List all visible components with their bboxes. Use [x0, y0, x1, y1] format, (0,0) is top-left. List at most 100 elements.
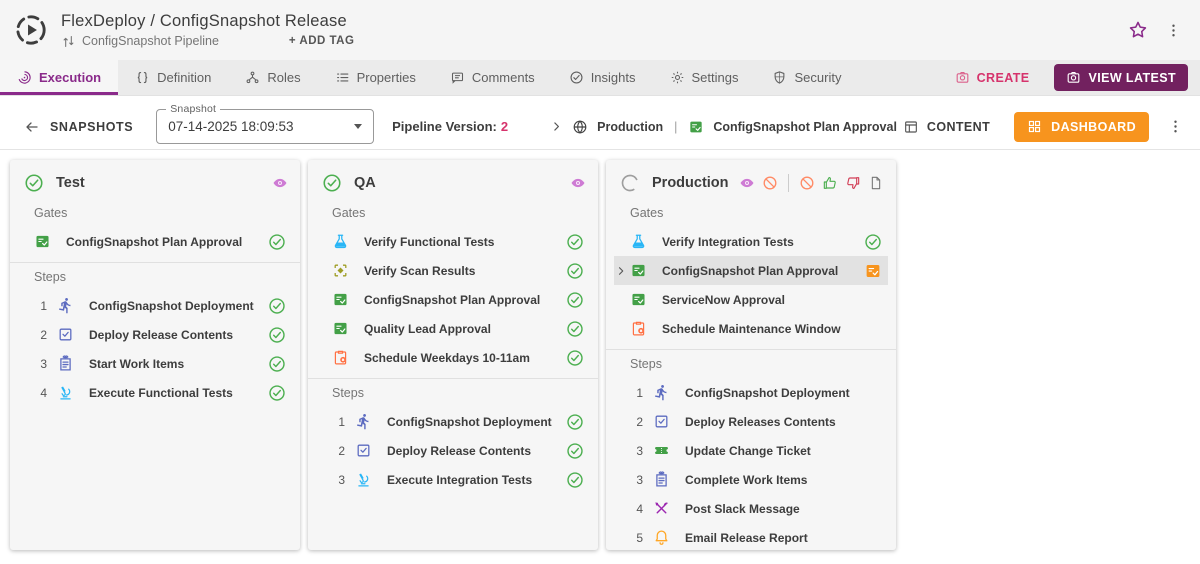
- step-row[interactable]: 1 ConfigSnapshot Deployment: [332, 407, 584, 436]
- dashboard-grid-icon: [1027, 119, 1042, 134]
- tab-execution[interactable]: Execution: [0, 60, 119, 95]
- snapshot-select[interactable]: Snapshot 07-14-2025 18:09:53: [156, 103, 375, 144]
- execution-breadcrumb: Production | ConfigSnapshot Plan Approva…: [550, 119, 897, 135]
- step-row[interactable]: 4 Post Slack Message: [630, 494, 882, 523]
- scan-icon: [332, 262, 349, 279]
- eye-icon[interactable]: [272, 175, 288, 191]
- step-row[interactable]: 3 Execute Integration Tests: [332, 465, 584, 494]
- gate-row[interactable]: Schedule Weekdays 10-11am: [332, 343, 584, 372]
- step-row[interactable]: 1 ConfigSnapshot Deployment: [34, 291, 286, 320]
- env-header-actions: [570, 175, 586, 191]
- approval-icon: [630, 262, 647, 279]
- env-title: Production: [652, 175, 729, 191]
- step-row[interactable]: 3 Start Work Items: [34, 349, 286, 378]
- tab-comments[interactable]: Comments: [433, 60, 552, 95]
- check-circle-icon: [268, 326, 286, 344]
- microscope-icon: [57, 384, 74, 401]
- step-row[interactable]: 2 Deploy Release Contents: [34, 320, 286, 349]
- gate-row[interactable]: Quality Lead Approval: [332, 314, 584, 343]
- check-circle-icon: [268, 384, 286, 402]
- gate-label: ConfigSnapshot Plan Approval: [662, 263, 839, 278]
- deploy-icon: [653, 413, 670, 430]
- gate-row[interactable]: ConfigSnapshot Plan Approval: [332, 285, 584, 314]
- step-row[interactable]: 1 ConfigSnapshot Deployment: [630, 378, 882, 407]
- gate-row[interactable]: ConfigSnapshot Plan Approval: [614, 256, 888, 285]
- flexdeploy-logo-icon[interactable]: [14, 13, 48, 47]
- execution-icon: [17, 70, 32, 85]
- schedule-icon: [332, 349, 349, 366]
- thumb-up-icon[interactable]: [822, 175, 838, 191]
- content-button[interactable]: CONTENT: [897, 118, 996, 136]
- gates-list: Verify Functional Tests Verify Scan Resul…: [308, 227, 598, 372]
- step-row[interactable]: 5 Email Release Report: [630, 523, 882, 550]
- step-label: Deploy Releases Contents: [685, 414, 836, 429]
- tab-settings[interactable]: Settings: [653, 60, 756, 95]
- breadcrumb-separator: |: [674, 119, 678, 134]
- tab-properties[interactable]: Properties: [318, 60, 433, 95]
- gear-icon: [670, 70, 685, 85]
- gate-row[interactable]: Verify Integration Tests: [630, 227, 882, 256]
- pipeline-version-value[interactable]: 2: [501, 119, 508, 134]
- gate-row[interactable]: Verify Scan Results: [332, 256, 584, 285]
- dashboard-button[interactable]: DASHBOARD: [1014, 111, 1149, 142]
- gates-section-label: Gates: [332, 206, 366, 220]
- env-title: Test: [56, 175, 85, 191]
- app-root: FlexDeploy / ConfigSnapshot Release Conf…: [0, 0, 1200, 560]
- breadcrumb-chevron-icon[interactable]: [550, 120, 563, 133]
- eye-icon[interactable]: [570, 175, 586, 191]
- step-row[interactable]: 2 Deploy Release Contents: [332, 436, 584, 465]
- step-row[interactable]: 3 Complete Work Items: [630, 465, 882, 494]
- step-row[interactable]: 4 Execute Functional Tests: [34, 378, 286, 407]
- tab-bar: Execution Definition Roles Properties Commen…: [0, 60, 1200, 96]
- braces-icon: [135, 70, 150, 85]
- tab-roles[interactable]: Roles: [228, 60, 317, 95]
- tab-definition[interactable]: Definition: [118, 60, 228, 95]
- dashboard-button-label: DASHBOARD: [1051, 119, 1136, 134]
- add-tag-button[interactable]: + ADD TAG: [289, 35, 355, 47]
- thumb-down-icon[interactable]: [845, 175, 861, 191]
- snapshots-back-button[interactable]: SNAPSHOTS: [24, 119, 133, 135]
- eye-icon[interactable]: [739, 175, 755, 191]
- block-icon[interactable]: [799, 175, 815, 191]
- gate-row[interactable]: Verify Functional Tests: [332, 227, 584, 256]
- step-number: 2: [338, 443, 345, 458]
- step-number: 1: [636, 385, 643, 400]
- view-latest-button[interactable]: VIEW LATEST: [1053, 64, 1188, 91]
- step-number: 3: [636, 472, 643, 487]
- step-number: 2: [636, 414, 643, 429]
- step-number: 2: [40, 327, 47, 342]
- check-circle-icon: [566, 471, 584, 489]
- step-number: 3: [636, 443, 643, 458]
- step-label: Email Release Report: [685, 530, 808, 545]
- step-row[interactable]: 2 Deploy Releases Contents: [630, 407, 882, 436]
- tab-insights[interactable]: Insights: [552, 60, 653, 95]
- snapshot-bar-more-icon[interactable]: [1167, 118, 1184, 135]
- step-number: 3: [338, 472, 345, 487]
- gate-row[interactable]: ServiceNow Approval: [630, 285, 882, 314]
- step-label: ConfigSnapshot Deployment: [685, 385, 850, 400]
- check-circle-icon: [268, 297, 286, 315]
- doc-icon[interactable]: [868, 175, 884, 191]
- env-column-qa: QA Gates Verify Functional Tests Verify Sca…: [308, 160, 598, 550]
- gate-row[interactable]: Schedule Maintenance Window: [630, 314, 882, 343]
- create-button[interactable]: CREATE: [949, 69, 1036, 86]
- block-icon[interactable]: [762, 175, 778, 191]
- check-circle-icon: [268, 355, 286, 373]
- content-icon: [903, 119, 919, 135]
- snapshot-select-label: Snapshot: [166, 103, 221, 115]
- check-circle-icon: [566, 442, 584, 460]
- favorite-star-icon[interactable]: [1127, 19, 1149, 41]
- tab-label: Insights: [590, 70, 636, 85]
- step-label: Update Change Ticket: [685, 443, 811, 458]
- tab-label: Roles: [267, 70, 301, 85]
- header-more-icon[interactable]: [1165, 22, 1182, 39]
- tab-security[interactable]: Security: [755, 60, 858, 95]
- workitem-icon: [653, 471, 670, 488]
- back-arrow-icon: [24, 119, 40, 135]
- comments-icon: [450, 70, 465, 85]
- gates-list: Verify Integration Tests ConfigSnapshot P…: [606, 227, 896, 343]
- gate-label: Schedule Weekdays 10-11am: [364, 350, 530, 365]
- step-row[interactable]: 3 Update Change Ticket: [630, 436, 882, 465]
- step-number: 3: [40, 356, 47, 371]
- gate-row[interactable]: ConfigSnapshot Plan Approval: [34, 227, 286, 256]
